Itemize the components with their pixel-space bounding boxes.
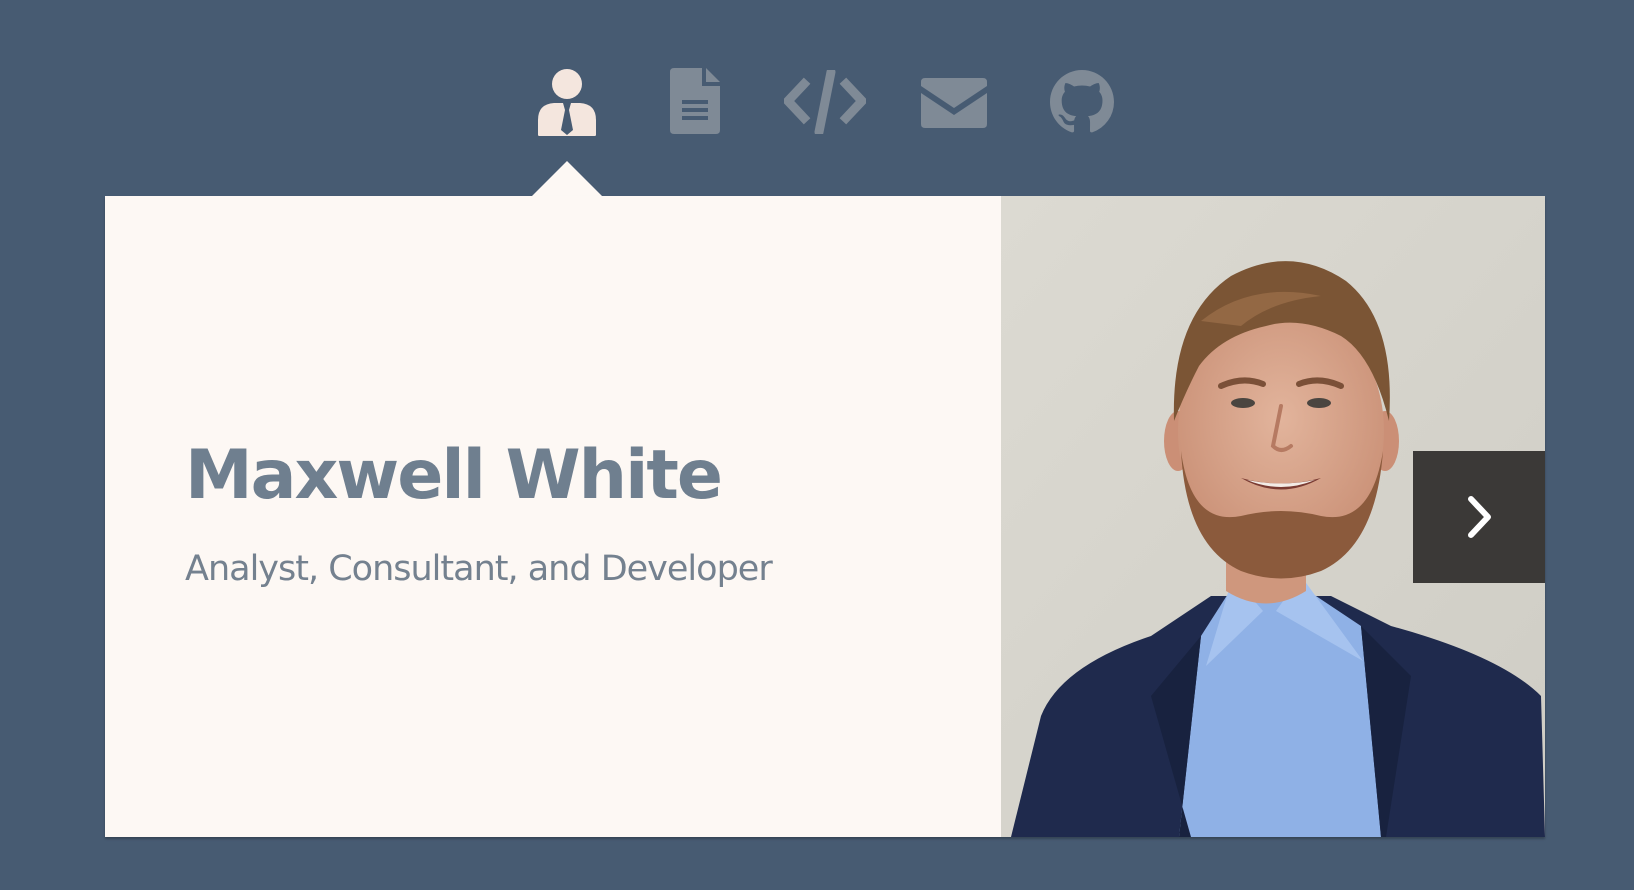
chevron-right-icon xyxy=(1468,496,1491,538)
nav-contact-button[interactable] xyxy=(921,78,987,128)
nav-about-button[interactable] xyxy=(536,68,598,136)
top-navigation xyxy=(0,0,1634,197)
github-icon xyxy=(1050,70,1114,133)
code-icon xyxy=(784,70,866,134)
profile-card: Maxwell White Analyst, Consultant, and D… xyxy=(105,196,1545,837)
nav-github-button[interactable] xyxy=(1050,70,1114,134)
profile-name: Maxwell White xyxy=(185,436,723,515)
profile-text-panel: Maxwell White Analyst, Consultant, and D… xyxy=(105,196,1001,837)
envelope-icon xyxy=(921,78,987,128)
active-tab-pointer xyxy=(531,161,603,197)
nav-projects-button[interactable] xyxy=(784,70,866,134)
document-icon xyxy=(670,68,720,134)
nav-resume-button[interactable] xyxy=(670,68,720,134)
person-with-tie-icon xyxy=(538,69,596,136)
carousel-next-button[interactable] xyxy=(1413,451,1545,583)
profile-tagline: Analyst, Consultant, and Developer xyxy=(185,549,773,589)
